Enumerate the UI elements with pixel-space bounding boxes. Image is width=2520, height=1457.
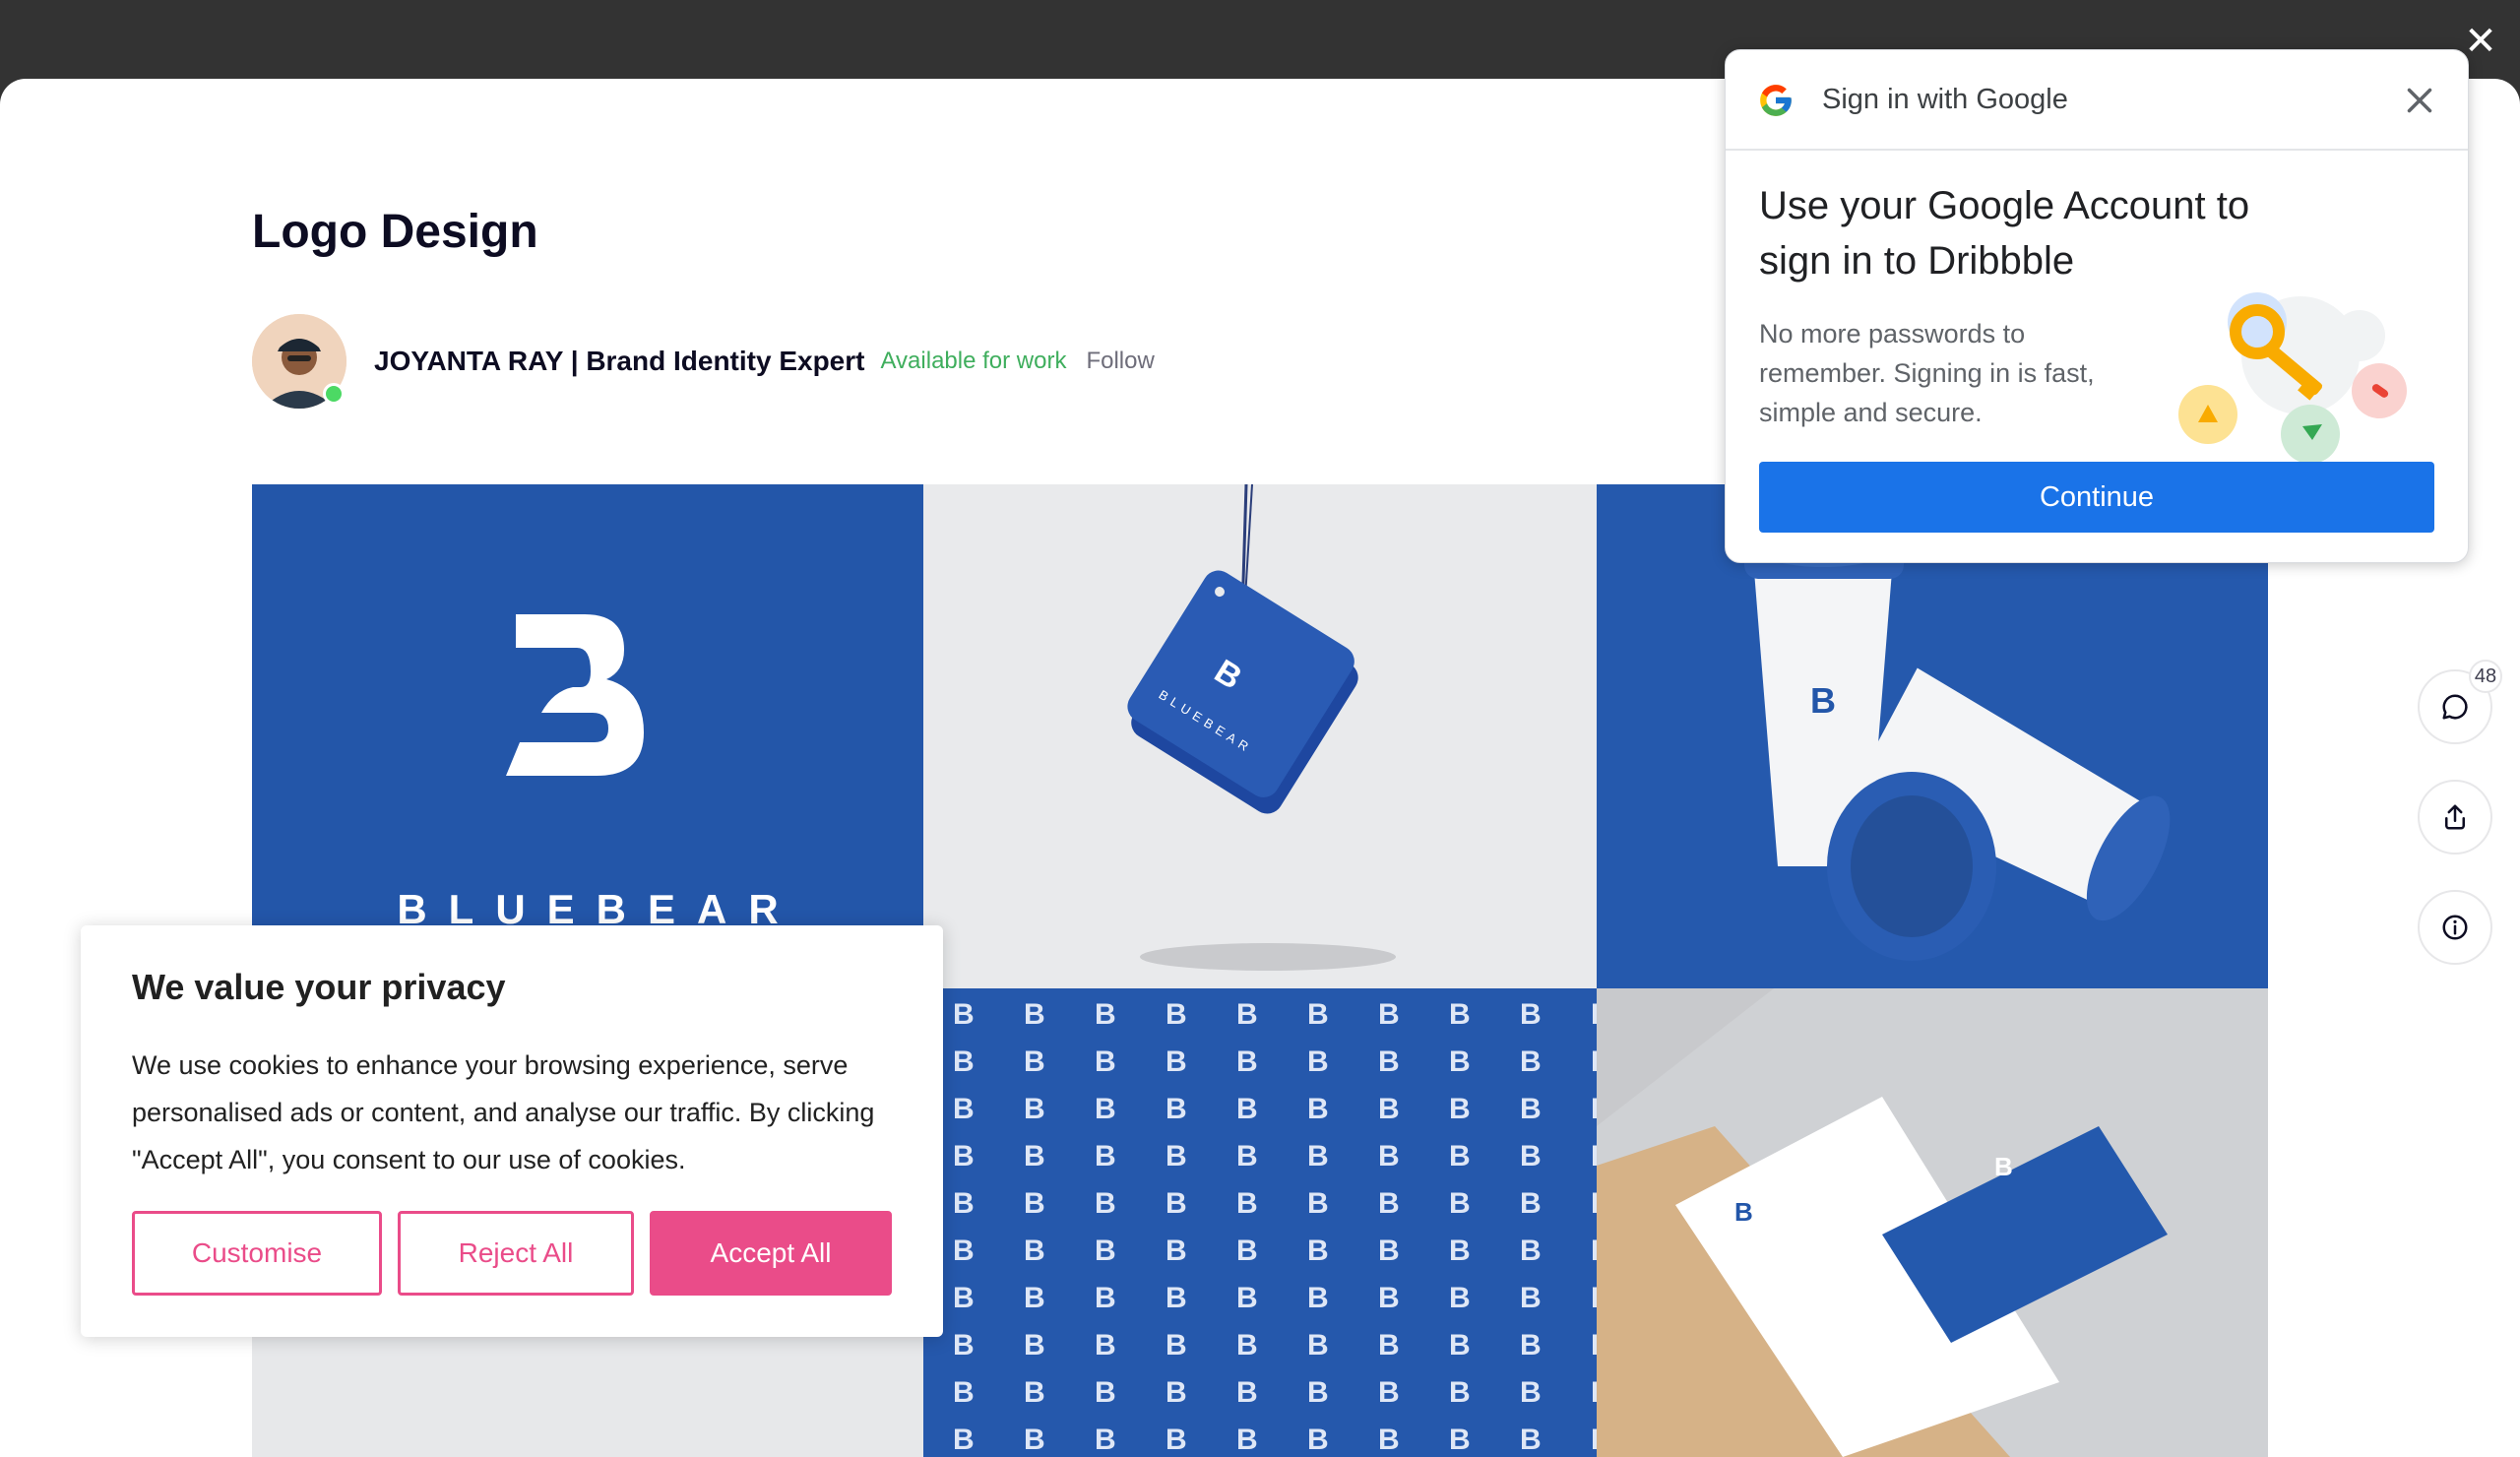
online-status-dot <box>323 383 345 405</box>
svg-text:B: B <box>1810 680 1836 721</box>
availability-badge[interactable]: Available for work <box>880 348 1066 375</box>
author-name[interactable]: JOYANTA RAY | Brand Identity Expert <box>374 346 864 377</box>
google-signin-header: Sign in with Google <box>1726 50 2468 151</box>
accept-all-button[interactable]: Accept All <box>650 1211 892 1296</box>
svg-text:B: B <box>1734 1197 1753 1227</box>
author-row: JOYANTA RAY | Brand Identity Expert Avai… <box>252 313 1155 410</box>
google-g-icon <box>1760 85 1792 116</box>
google-signin-body: No more passwords to remember. Signing i… <box>1759 319 2095 427</box>
google-signin-popup: Sign in with Google Use your Google Acco… <box>1725 49 2469 563</box>
page-title: Logo Design <box>252 206 538 258</box>
comment-icon <box>2442 694 2468 720</box>
share-button[interactable] <box>2418 780 2492 855</box>
cookie-consent-banner: We value your privacy We use cookies to … <box>81 925 943 1337</box>
close-icon[interactable] <box>2399 80 2440 121</box>
comment-button[interactable]: 48 <box>2418 660 2502 744</box>
hang-tag-tile: B BLUEBEAR <box>923 484 1597 988</box>
info-icon <box>2442 915 2468 940</box>
cookie-title: We value your privacy <box>132 967 506 1007</box>
svg-text:B: B <box>1994 1152 2013 1181</box>
continue-button[interactable]: Continue <box>1759 462 2434 533</box>
pattern-tile: B <box>923 988 1597 1457</box>
reject-all-button[interactable]: Reject All <box>398 1211 634 1296</box>
stationery-tile: B B <box>1597 988 2268 1457</box>
comment-count-badge: 48 <box>2469 660 2502 693</box>
author-avatar-wrap[interactable] <box>252 314 346 409</box>
google-signin-header-text: Sign in with Google <box>1822 84 2068 115</box>
passkey-illustration <box>2178 292 2407 464</box>
customise-button[interactable]: Customise <box>132 1211 382 1296</box>
cookie-text: We use cookies to enhance your browsing … <box>132 1050 875 1174</box>
share-icon <box>2445 804 2465 830</box>
follow-button[interactable]: Follow <box>1086 348 1154 375</box>
info-button[interactable] <box>2418 890 2492 965</box>
logo-tile: BLUEBEAR <box>252 484 923 988</box>
